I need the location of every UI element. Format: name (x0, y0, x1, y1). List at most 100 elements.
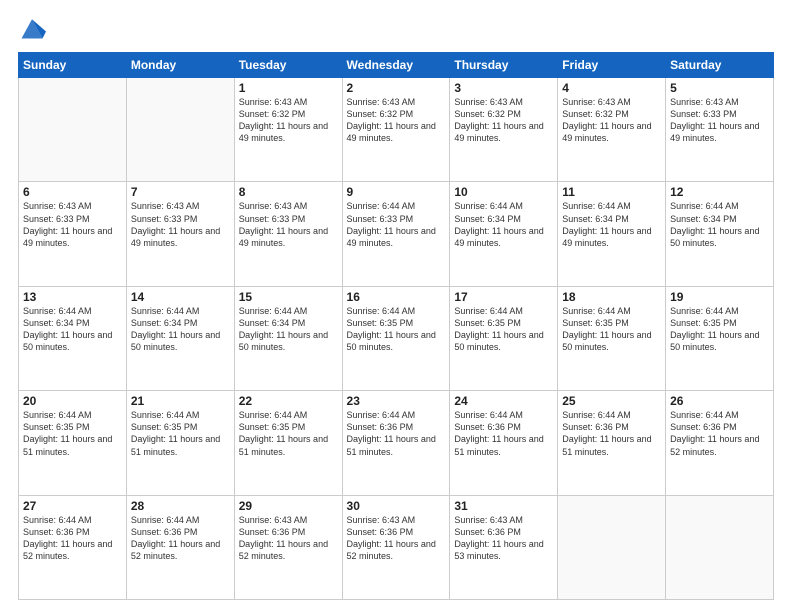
day-number: 10 (454, 185, 553, 199)
day-number: 15 (239, 290, 338, 304)
calendar-cell: 10Sunrise: 6:44 AM Sunset: 6:34 PM Dayli… (450, 182, 558, 286)
calendar-cell: 19Sunrise: 6:44 AM Sunset: 6:35 PM Dayli… (666, 286, 774, 390)
day-info: Sunrise: 6:44 AM Sunset: 6:35 PM Dayligh… (347, 305, 446, 354)
day-number: 16 (347, 290, 446, 304)
calendar-cell: 18Sunrise: 6:44 AM Sunset: 6:35 PM Dayli… (558, 286, 666, 390)
day-info: Sunrise: 6:44 AM Sunset: 6:36 PM Dayligh… (454, 409, 553, 458)
calendar-cell: 3Sunrise: 6:43 AM Sunset: 6:32 PM Daylig… (450, 78, 558, 182)
day-info: Sunrise: 6:44 AM Sunset: 6:34 PM Dayligh… (239, 305, 338, 354)
calendar-cell: 26Sunrise: 6:44 AM Sunset: 6:36 PM Dayli… (666, 391, 774, 495)
day-number: 18 (562, 290, 661, 304)
day-number: 24 (454, 394, 553, 408)
calendar-cell: 27Sunrise: 6:44 AM Sunset: 6:36 PM Dayli… (19, 495, 127, 599)
day-number: 2 (347, 81, 446, 95)
day-number: 20 (23, 394, 122, 408)
calendar-cell: 9Sunrise: 6:44 AM Sunset: 6:33 PM Daylig… (342, 182, 450, 286)
day-number: 14 (131, 290, 230, 304)
day-number: 22 (239, 394, 338, 408)
calendar-cell: 4Sunrise: 6:43 AM Sunset: 6:32 PM Daylig… (558, 78, 666, 182)
day-number: 3 (454, 81, 553, 95)
day-info: Sunrise: 6:44 AM Sunset: 6:36 PM Dayligh… (23, 514, 122, 563)
day-info: Sunrise: 6:43 AM Sunset: 6:32 PM Dayligh… (239, 96, 338, 145)
calendar-cell: 11Sunrise: 6:44 AM Sunset: 6:34 PM Dayli… (558, 182, 666, 286)
day-info: Sunrise: 6:44 AM Sunset: 6:35 PM Dayligh… (239, 409, 338, 458)
calendar-cell: 6Sunrise: 6:43 AM Sunset: 6:33 PM Daylig… (19, 182, 127, 286)
calendar-cell (126, 78, 234, 182)
day-info: Sunrise: 6:44 AM Sunset: 6:35 PM Dayligh… (562, 305, 661, 354)
weekday-header-friday: Friday (558, 53, 666, 78)
day-info: Sunrise: 6:43 AM Sunset: 6:32 PM Dayligh… (562, 96, 661, 145)
day-info: Sunrise: 6:44 AM Sunset: 6:35 PM Dayligh… (454, 305, 553, 354)
day-number: 11 (562, 185, 661, 199)
header (18, 18, 774, 42)
logo-icon (18, 14, 46, 42)
weekday-header-row: SundayMondayTuesdayWednesdayThursdayFrid… (19, 53, 774, 78)
calendar-cell (666, 495, 774, 599)
day-info: Sunrise: 6:43 AM Sunset: 6:32 PM Dayligh… (454, 96, 553, 145)
day-info: Sunrise: 6:44 AM Sunset: 6:33 PM Dayligh… (347, 200, 446, 249)
weekday-header-wednesday: Wednesday (342, 53, 450, 78)
day-info: Sunrise: 6:44 AM Sunset: 6:36 PM Dayligh… (670, 409, 769, 458)
day-info: Sunrise: 6:43 AM Sunset: 6:33 PM Dayligh… (670, 96, 769, 145)
day-info: Sunrise: 6:43 AM Sunset: 6:32 PM Dayligh… (347, 96, 446, 145)
logo (18, 18, 50, 42)
weekday-header-monday: Monday (126, 53, 234, 78)
day-info: Sunrise: 6:43 AM Sunset: 6:33 PM Dayligh… (23, 200, 122, 249)
day-info: Sunrise: 6:44 AM Sunset: 6:34 PM Dayligh… (131, 305, 230, 354)
day-number: 6 (23, 185, 122, 199)
day-number: 27 (23, 499, 122, 513)
day-number: 29 (239, 499, 338, 513)
day-number: 26 (670, 394, 769, 408)
calendar-cell: 5Sunrise: 6:43 AM Sunset: 6:33 PM Daylig… (666, 78, 774, 182)
calendar-cell: 1Sunrise: 6:43 AM Sunset: 6:32 PM Daylig… (234, 78, 342, 182)
day-info: Sunrise: 6:43 AM Sunset: 6:36 PM Dayligh… (239, 514, 338, 563)
day-number: 19 (670, 290, 769, 304)
day-number: 1 (239, 81, 338, 95)
day-number: 31 (454, 499, 553, 513)
calendar-cell: 25Sunrise: 6:44 AM Sunset: 6:36 PM Dayli… (558, 391, 666, 495)
day-info: Sunrise: 6:43 AM Sunset: 6:36 PM Dayligh… (454, 514, 553, 563)
day-number: 7 (131, 185, 230, 199)
weekday-header-thursday: Thursday (450, 53, 558, 78)
day-info: Sunrise: 6:43 AM Sunset: 6:33 PM Dayligh… (131, 200, 230, 249)
calendar-cell: 28Sunrise: 6:44 AM Sunset: 6:36 PM Dayli… (126, 495, 234, 599)
calendar-cell: 29Sunrise: 6:43 AM Sunset: 6:36 PM Dayli… (234, 495, 342, 599)
day-number: 23 (347, 394, 446, 408)
calendar-cell: 24Sunrise: 6:44 AM Sunset: 6:36 PM Dayli… (450, 391, 558, 495)
day-info: Sunrise: 6:44 AM Sunset: 6:34 PM Dayligh… (562, 200, 661, 249)
day-info: Sunrise: 6:44 AM Sunset: 6:34 PM Dayligh… (23, 305, 122, 354)
day-info: Sunrise: 6:44 AM Sunset: 6:36 PM Dayligh… (131, 514, 230, 563)
day-info: Sunrise: 6:44 AM Sunset: 6:36 PM Dayligh… (347, 409, 446, 458)
calendar-cell (19, 78, 127, 182)
calendar-header: SundayMondayTuesdayWednesdayThursdayFrid… (19, 53, 774, 78)
calendar-table: SundayMondayTuesdayWednesdayThursdayFrid… (18, 52, 774, 600)
day-number: 28 (131, 499, 230, 513)
calendar-body: 1Sunrise: 6:43 AM Sunset: 6:32 PM Daylig… (19, 78, 774, 600)
day-number: 21 (131, 394, 230, 408)
day-info: Sunrise: 6:44 AM Sunset: 6:35 PM Dayligh… (23, 409, 122, 458)
calendar-cell: 17Sunrise: 6:44 AM Sunset: 6:35 PM Dayli… (450, 286, 558, 390)
day-number: 9 (347, 185, 446, 199)
day-number: 25 (562, 394, 661, 408)
calendar-cell (558, 495, 666, 599)
calendar-week-0: 1Sunrise: 6:43 AM Sunset: 6:32 PM Daylig… (19, 78, 774, 182)
page: SundayMondayTuesdayWednesdayThursdayFrid… (0, 0, 792, 612)
calendar-cell: 12Sunrise: 6:44 AM Sunset: 6:34 PM Dayli… (666, 182, 774, 286)
calendar-week-1: 6Sunrise: 6:43 AM Sunset: 6:33 PM Daylig… (19, 182, 774, 286)
day-number: 12 (670, 185, 769, 199)
calendar-cell: 14Sunrise: 6:44 AM Sunset: 6:34 PM Dayli… (126, 286, 234, 390)
day-number: 4 (562, 81, 661, 95)
day-info: Sunrise: 6:44 AM Sunset: 6:35 PM Dayligh… (131, 409, 230, 458)
weekday-header-saturday: Saturday (666, 53, 774, 78)
day-info: Sunrise: 6:44 AM Sunset: 6:36 PM Dayligh… (562, 409, 661, 458)
calendar-week-2: 13Sunrise: 6:44 AM Sunset: 6:34 PM Dayli… (19, 286, 774, 390)
calendar-cell: 15Sunrise: 6:44 AM Sunset: 6:34 PM Dayli… (234, 286, 342, 390)
weekday-header-tuesday: Tuesday (234, 53, 342, 78)
calendar-cell: 2Sunrise: 6:43 AM Sunset: 6:32 PM Daylig… (342, 78, 450, 182)
day-info: Sunrise: 6:43 AM Sunset: 6:36 PM Dayligh… (347, 514, 446, 563)
day-number: 5 (670, 81, 769, 95)
calendar-cell: 21Sunrise: 6:44 AM Sunset: 6:35 PM Dayli… (126, 391, 234, 495)
calendar-week-3: 20Sunrise: 6:44 AM Sunset: 6:35 PM Dayli… (19, 391, 774, 495)
weekday-header-sunday: Sunday (19, 53, 127, 78)
calendar-cell: 31Sunrise: 6:43 AM Sunset: 6:36 PM Dayli… (450, 495, 558, 599)
